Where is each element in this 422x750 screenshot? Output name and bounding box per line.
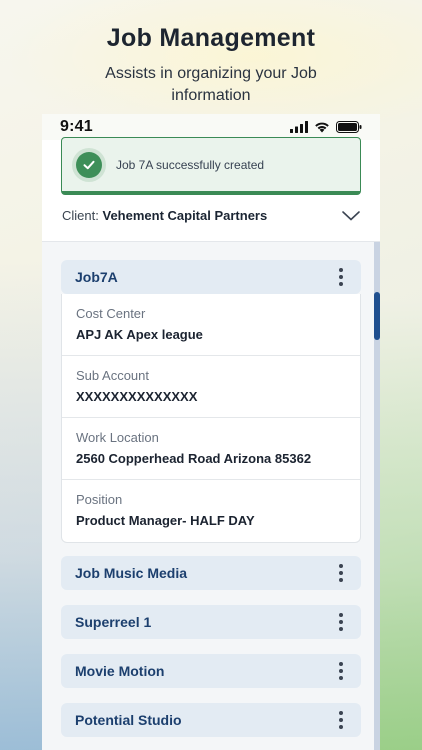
promo-header: Job Management Assists in organizing you… <box>0 24 422 107</box>
job-header[interactable]: Superreel 1 <box>61 605 361 639</box>
job-title: Superreel 1 <box>75 614 152 630</box>
job-card: Potential Studio <box>61 703 361 737</box>
job-list: Job7A Cost Center APJ AK Apex league Sub… <box>42 242 380 750</box>
client-label: Client: Vehement Capital Partners <box>62 208 267 223</box>
chevron-down-icon[interactable] <box>342 210 360 221</box>
promo-title: Job Management <box>106 24 316 52</box>
job-title: Job Music Media <box>75 565 188 581</box>
job-title: Movie Motion <box>75 663 165 679</box>
job-header[interactable]: Job Music Media <box>61 556 361 590</box>
battery-icon <box>336 121 362 133</box>
phone-screen: 9:41 Client: Vehement Capital Partners J… <box>42 114 380 750</box>
job-card: Superreel 1 <box>61 605 361 639</box>
more-options-icon[interactable] <box>335 662 347 680</box>
scrollbar-thumb[interactable] <box>374 292 380 340</box>
job-header[interactable]: Potential Studio <box>61 703 361 737</box>
detail-value: Product Manager- HALF DAY <box>76 513 255 528</box>
detail-work-location: Work Location 2560 Copperhead Road Arizo… <box>62 418 360 480</box>
more-options-icon[interactable] <box>335 711 347 729</box>
detail-label: Position <box>76 492 123 507</box>
client-selector[interactable]: Client: Vehement Capital Partners <box>42 190 380 242</box>
more-options-icon[interactable] <box>335 564 347 582</box>
job-card: Job Music Media <box>61 556 361 590</box>
success-toast: Job 7A successfully created <box>61 137 361 195</box>
detail-label: Sub Account <box>76 368 149 383</box>
wifi-icon <box>315 122 329 133</box>
status-icons <box>290 121 362 133</box>
detail-label: Work Location <box>76 430 159 445</box>
detail-sub-account: Sub Account XXXXXXXXXXXXXX <box>62 356 360 418</box>
detail-value: APJ AK Apex league <box>76 327 203 342</box>
promo-subtitle-line1: Assists in organizing your Job <box>105 65 317 82</box>
more-options-icon[interactable] <box>335 268 347 286</box>
job-title: Job7A <box>75 269 118 285</box>
detail-value: XXXXXXXXXXXXXX <box>76 389 198 404</box>
client-name: Vehement Capital Partners <box>102 208 268 223</box>
job-header[interactable]: Movie Motion <box>61 654 361 688</box>
more-options-icon[interactable] <box>335 613 347 631</box>
promo-subtitle: Assists in organizing your Job informati… <box>0 63 422 107</box>
job-details: Cost Center APJ AK Apex league Sub Accou… <box>61 294 361 543</box>
job-card: Movie Motion <box>61 654 361 688</box>
detail-position: Position Product Manager- HALF DAY <box>62 480 360 542</box>
job-title: Potential Studio <box>75 712 182 728</box>
job-card-expanded: Job7A Cost Center APJ AK Apex league Sub… <box>61 260 361 543</box>
job-header[interactable]: Job7A <box>61 260 361 294</box>
detail-cost-center: Cost Center APJ AK Apex league <box>62 294 360 356</box>
detail-value: 2560 Copperhead Road Arizona 85362 <box>76 451 312 466</box>
client-label-text: Client: <box>62 208 99 223</box>
toast-message: Job 7A successfully created <box>116 157 265 172</box>
signal-icon <box>290 121 308 133</box>
detail-label: Cost Center <box>76 306 146 321</box>
promo-subtitle-line2: information <box>171 87 251 104</box>
check-circle-icon <box>76 151 102 178</box>
status-time: 9:41 <box>60 118 93 135</box>
